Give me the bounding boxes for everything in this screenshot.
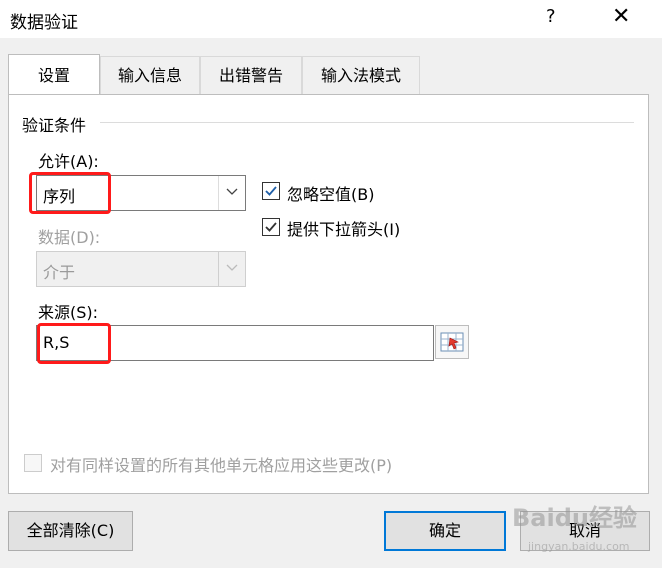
help-button[interactable]: ? <box>546 6 556 27</box>
tab-input-message[interactable]: 输入信息 <box>100 56 200 94</box>
in-cell-dropdown-checkbox[interactable] <box>262 218 280 236</box>
settings-panel <box>8 94 649 494</box>
apply-all-checkbox <box>24 454 42 472</box>
data-dropdown: 介于 <box>36 251 246 287</box>
tab-ime-mode[interactable]: 输入法模式 <box>302 56 420 94</box>
tab-error-alert[interactable]: 出错警告 <box>200 56 302 94</box>
baidu-watermark: Baidu经验 <box>512 504 637 532</box>
group-divider <box>100 122 634 123</box>
chevron-down-icon <box>218 252 245 286</box>
apply-all-label: 对有同样设置的所有其他单元格应用这些更改(P) <box>50 456 393 475</box>
allow-label: 允许(A): <box>38 152 99 171</box>
range-picker-button[interactable] <box>435 325 469 359</box>
close-button[interactable]: ✕ <box>612 4 630 29</box>
validation-criteria-label: 验证条件 <box>22 116 87 135</box>
check-icon <box>265 186 277 196</box>
highlight-source <box>37 323 111 364</box>
data-value: 介于 <box>43 263 76 282</box>
highlight-allow <box>29 172 111 214</box>
tab-settings[interactable]: 设置 <box>8 54 100 94</box>
source-label: 来源(S): <box>38 303 99 322</box>
clear-all-button[interactable]: 全部清除(C) <box>8 511 133 551</box>
chevron-down-icon[interactable] <box>218 176 245 210</box>
in-cell-dropdown-label[interactable]: 提供下拉箭头(I) <box>287 216 400 240</box>
ok-button[interactable]: 确定 <box>384 511 506 551</box>
check-icon <box>265 222 277 232</box>
ignore-blank-checkbox[interactable] <box>262 182 280 200</box>
dialog-title: 数据验证 <box>10 13 78 33</box>
ignore-blank-label[interactable]: 忽略空值(B) <box>287 181 374 205</box>
data-label: 数据(D): <box>38 228 101 247</box>
range-select-icon <box>440 332 464 352</box>
baidu-watermark-url: jingyan.baidu.com <box>528 540 630 553</box>
title-bar: 数据验证 ? ✕ <box>0 0 662 38</box>
